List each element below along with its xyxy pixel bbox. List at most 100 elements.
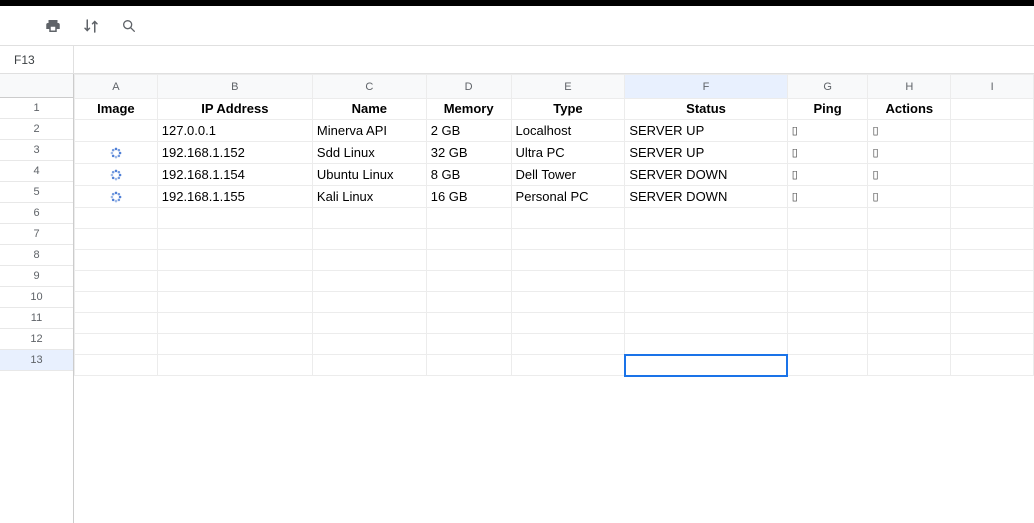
cell-A10[interactable]: [75, 292, 158, 313]
cell-G11[interactable]: [787, 313, 868, 334]
cell-B6[interactable]: [157, 208, 312, 229]
cell-D8[interactable]: [426, 250, 511, 271]
cell-F7[interactable]: [625, 229, 787, 250]
cell-type[interactable]: Personal PC: [511, 186, 625, 208]
cell-name[interactable]: Ubuntu Linux: [312, 164, 426, 186]
cell-name[interactable]: Minerva API: [312, 120, 426, 142]
cell-G7[interactable]: [787, 229, 868, 250]
cell-ip[interactable]: 192.168.1.154: [157, 164, 312, 186]
cell-image[interactable]: [75, 186, 158, 208]
column-title-status[interactable]: Status: [625, 99, 787, 120]
column-title-ip[interactable]: IP Address: [157, 99, 312, 120]
cell-G9[interactable]: [787, 271, 868, 292]
cell-I12[interactable]: [951, 334, 1034, 355]
row-header-10[interactable]: 10: [0, 287, 73, 308]
cell-H7[interactable]: [868, 229, 951, 250]
cell-E13[interactable]: [511, 355, 625, 376]
cell-empty[interactable]: [951, 142, 1034, 164]
row-header-8[interactable]: 8: [0, 245, 73, 266]
row-header-1[interactable]: 1: [0, 98, 73, 119]
column-header-D[interactable]: D: [426, 75, 511, 99]
cell-H9[interactable]: [868, 271, 951, 292]
cell-type[interactable]: Localhost: [511, 120, 625, 142]
cell-F11[interactable]: [625, 313, 787, 334]
cell-C8[interactable]: [312, 250, 426, 271]
cell-E6[interactable]: [511, 208, 625, 229]
cell-D13[interactable]: [426, 355, 511, 376]
cell-A13[interactable]: [75, 355, 158, 376]
column-title-ping[interactable]: Ping: [787, 99, 868, 120]
row-header-6[interactable]: 6: [0, 203, 73, 224]
cell-memory[interactable]: 2 GB: [426, 120, 511, 142]
cell-ip[interactable]: 192.168.1.155: [157, 186, 312, 208]
cell-H13[interactable]: [868, 355, 951, 376]
cell-H11[interactable]: [868, 313, 951, 334]
cell-name[interactable]: Kali Linux: [312, 186, 426, 208]
print-icon[interactable]: [44, 17, 62, 35]
cell-type[interactable]: Dell Tower: [511, 164, 625, 186]
cell-empty[interactable]: [951, 164, 1034, 186]
cell-C11[interactable]: [312, 313, 426, 334]
cell-image[interactable]: [75, 120, 158, 142]
row-header-3[interactable]: 3: [0, 140, 73, 161]
cell-actions[interactable]: ▯: [868, 120, 951, 142]
cell-B9[interactable]: [157, 271, 312, 292]
cell-actions[interactable]: ▯: [868, 164, 951, 186]
row-header-5[interactable]: 5: [0, 182, 73, 203]
cell-H6[interactable]: [868, 208, 951, 229]
column-header-G[interactable]: G: [787, 75, 868, 99]
cell-E9[interactable]: [511, 271, 625, 292]
cell-status[interactable]: SERVER UP: [625, 142, 787, 164]
column-header-C[interactable]: C: [312, 75, 426, 99]
cell-D12[interactable]: [426, 334, 511, 355]
cell-D11[interactable]: [426, 313, 511, 334]
cell-I7[interactable]: [951, 229, 1034, 250]
cell-I10[interactable]: [951, 292, 1034, 313]
row-header-7[interactable]: 7: [0, 224, 73, 245]
cell-E10[interactable]: [511, 292, 625, 313]
column-title-type[interactable]: Type: [511, 99, 625, 120]
cell-B10[interactable]: [157, 292, 312, 313]
search-icon[interactable]: [120, 17, 138, 35]
cell-A6[interactable]: [75, 208, 158, 229]
cell-ip[interactable]: 192.168.1.152: [157, 142, 312, 164]
row-header-4[interactable]: 4: [0, 161, 73, 182]
cell-I9[interactable]: [951, 271, 1034, 292]
cell-H8[interactable]: [868, 250, 951, 271]
cell-empty[interactable]: [951, 186, 1034, 208]
cell-D10[interactable]: [426, 292, 511, 313]
cell-G10[interactable]: [787, 292, 868, 313]
cell-ping[interactable]: ▯: [787, 164, 868, 186]
cell-F10[interactable]: [625, 292, 787, 313]
cell-E11[interactable]: [511, 313, 625, 334]
cell-A12[interactable]: [75, 334, 158, 355]
cell-actions[interactable]: ▯: [868, 142, 951, 164]
cell-E12[interactable]: [511, 334, 625, 355]
row-header-11[interactable]: 11: [0, 308, 73, 329]
cell-name[interactable]: Sdd Linux: [312, 142, 426, 164]
column-header-B[interactable]: B: [157, 75, 312, 99]
cell-C13[interactable]: [312, 355, 426, 376]
column-header-I[interactable]: I: [951, 75, 1034, 99]
cell-ping[interactable]: ▯: [787, 142, 868, 164]
cell-C6[interactable]: [312, 208, 426, 229]
cell-G8[interactable]: [787, 250, 868, 271]
cell-H10[interactable]: [868, 292, 951, 313]
cell-D7[interactable]: [426, 229, 511, 250]
row-header-13[interactable]: 13: [0, 350, 73, 371]
selected-cell[interactable]: [625, 355, 787, 376]
cell-status[interactable]: SERVER UP: [625, 120, 787, 142]
column-title-actions[interactable]: Actions: [868, 99, 951, 120]
cell-I6[interactable]: [951, 208, 1034, 229]
column-header-E[interactable]: E: [511, 75, 625, 99]
formula-input[interactable]: [74, 46, 1034, 73]
cell-I13[interactable]: [951, 355, 1034, 376]
cell-B7[interactable]: [157, 229, 312, 250]
cell-type[interactable]: Ultra PC: [511, 142, 625, 164]
cell-ping[interactable]: ▯: [787, 120, 868, 142]
cell-E7[interactable]: [511, 229, 625, 250]
column-title-image[interactable]: Image: [75, 99, 158, 120]
cell-ping[interactable]: ▯: [787, 186, 868, 208]
cell-image[interactable]: [75, 142, 158, 164]
cell-E8[interactable]: [511, 250, 625, 271]
